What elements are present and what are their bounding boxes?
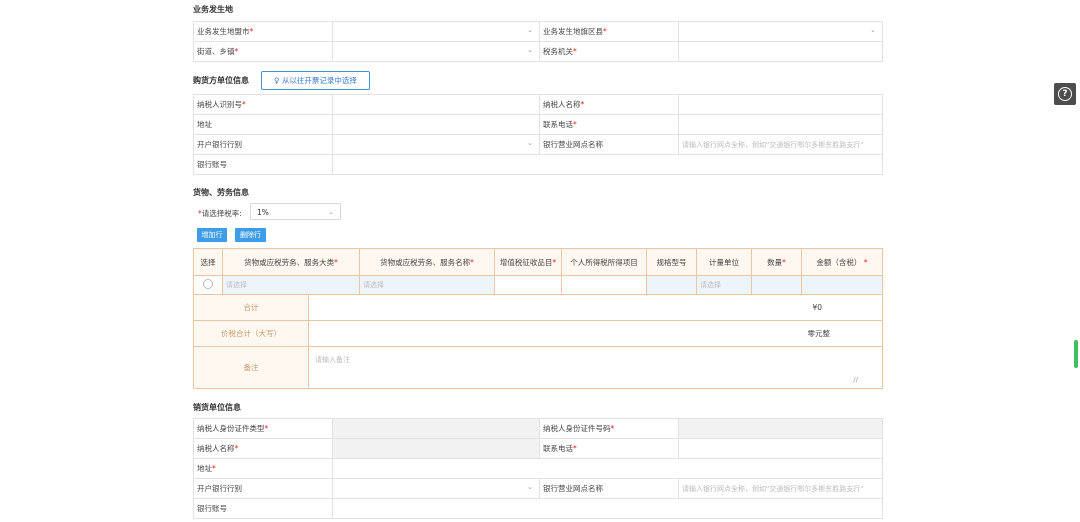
col-name: 货物或应税劳务、服务名称* — [359, 248, 495, 276]
tax-office-field[interactable] — [678, 41, 883, 62]
row-unit-select[interactable]: 请选择 — [696, 275, 752, 295]
row-qty-input[interactable] — [751, 275, 802, 295]
col-spec: 规格型号 — [646, 248, 697, 276]
county-label: 业务发生地旗区县* — [539, 21, 679, 42]
seller-branch-label: 银行营业网点名称 — [539, 478, 679, 499]
buyer-branch-input[interactable]: 请输入银行网点全称，例如"交通银行鄂尔多斯东胜路支行" — [678, 134, 883, 155]
section-title-goods: 货物、劳务信息 — [193, 188, 249, 197]
seller-bank-label: 开户银行行别 — [193, 478, 333, 499]
chevron-down-icon: ⌄ — [527, 139, 533, 147]
seller-branch-input[interactable]: 请输入银行网点全称，例如"交通银行鄂尔多斯东胜路支行" — [678, 478, 883, 499]
row-spec-input[interactable] — [646, 275, 697, 295]
section-title-seller: 销货单位信息 — [193, 403, 241, 412]
section-title-buyer: 购货方单位信息 — [193, 76, 249, 85]
seller-address-input[interactable] — [332, 458, 883, 479]
row-select-radio[interactable] — [193, 275, 223, 295]
city-select[interactable]: ⌄ — [332, 21, 540, 42]
row-pit-item[interactable] — [561, 275, 647, 295]
row-category-select[interactable]: 请选择 — [222, 275, 360, 295]
buyer-bank-select[interactable]: ⌄ — [332, 134, 540, 155]
buyer-bank-label: 开户银行行别 — [193, 134, 333, 155]
total-upper-label: 价税合计（大写） — [193, 320, 309, 347]
location-table: 业务发生地盟市* ⌄ 业务发生地旗区县* ⌄ 街道、乡镇* ⌄ 税务机关* — [193, 21, 883, 62]
buyer-taxpayer-name-input[interactable] — [678, 94, 883, 115]
seller-id-type-field — [332, 418, 540, 439]
tax-rate-label: *请选择税率: — [198, 209, 242, 218]
buyer-taxpayer-id-input[interactable] — [332, 94, 540, 115]
total-label: 合计 — [193, 294, 309, 321]
buyer-taxpayer-id-label: 纳税人识别号* — [193, 94, 333, 115]
seller-id-type-label: 纳税人身份证件类型* — [193, 418, 333, 439]
goods-table: 选择 货物或应税劳务、服务大类* 货物或应税劳务、服务名称* 增值税征收品目* … — [193, 248, 883, 295]
seller-name-field — [332, 438, 540, 459]
buyer-address-label: 地址 — [193, 114, 333, 135]
section-title-location: 业务发生地 — [193, 5, 233, 14]
row-amount-input[interactable] — [801, 275, 883, 295]
seller-phone-label: 联系电话* — [539, 438, 679, 459]
seller-id-number-field — [678, 418, 883, 439]
resize-handle-icon[interactable]: ∕∕ — [853, 376, 858, 384]
street-label: 街道、乡镇* — [193, 41, 333, 62]
remark-textarea[interactable]: 请输入备注 ∕∕ — [308, 346, 883, 389]
delete-row-button[interactable]: 删除行 — [235, 228, 266, 242]
chevron-down-icon: ⌄ — [527, 483, 533, 491]
buyer-phone-label: 联系电话* — [539, 114, 679, 135]
buyer-branch-label: 银行营业网点名称 — [539, 134, 679, 155]
col-amount: 金额（含税） * — [801, 248, 883, 276]
buyer-phone-input[interactable] — [678, 114, 883, 135]
chevron-down-icon: ⌄ — [527, 46, 533, 54]
col-pit-item: 个人所得税所得项目 — [561, 248, 647, 276]
invoice-form-page: 业务发生地 业务发生地盟市* ⌄ 业务发生地旗区县* ⌄ 街道、乡镇* ⌄ 税务… — [0, 0, 1080, 522]
county-select[interactable]: ⌄ — [678, 21, 883, 42]
pick-from-history-button[interactable]: ♀ 从以往开票记录中选择 — [261, 71, 370, 90]
seller-bank-select[interactable]: ⌄ — [332, 478, 540, 499]
city-label: 业务发生地盟市* — [193, 21, 333, 42]
tax-office-label: 税务机关* — [539, 41, 679, 62]
buyer-table: 纳税人识别号* 纳税人名称* 地址 联系电话* 开户银行行别 ⌄ 银行营业网点名… — [193, 94, 883, 175]
street-select[interactable]: ⌄ — [332, 41, 540, 62]
help-button[interactable]: ? — [1054, 83, 1076, 105]
buyer-account-input[interactable] — [332, 154, 883, 175]
chevron-down-icon: ⌄ — [870, 26, 876, 34]
add-row-button[interactable]: 增加行 — [197, 228, 227, 242]
scrollbar-thumb[interactable] — [1074, 340, 1078, 368]
seller-id-number-label: 纳税人身份证件号码* — [539, 418, 679, 439]
col-qty: 数量* — [751, 248, 802, 276]
table-row: 请选择 请选择 请选择 — [193, 275, 883, 295]
col-select: 选择 — [193, 248, 223, 276]
remark-label: 备注 — [193, 346, 309, 389]
col-vat-item: 增值税征收品目* — [494, 248, 562, 276]
seller-phone-input[interactable] — [678, 438, 883, 459]
row-name-select[interactable]: 请选择 — [359, 275, 495, 295]
seller-account-label: 银行账号 — [193, 498, 333, 519]
tax-rate-select[interactable]: 1% ⌄ — [250, 203, 341, 220]
row-vat-item[interactable] — [494, 275, 562, 295]
chevron-down-icon: ⌄ — [527, 26, 533, 34]
buyer-address-input[interactable] — [332, 114, 540, 135]
seller-table: 纳税人身份证件类型* 纳税人身份证件号码* 纳税人名称* 联系电话* 地址* 开… — [193, 418, 883, 519]
seller-name-label: 纳税人名称* — [193, 438, 333, 459]
buyer-taxpayer-name-label: 纳税人名称* — [539, 94, 679, 115]
col-category: 货物或应税劳务、服务大类* — [222, 248, 360, 276]
summary-table: 合计 ¥0 价税合计（大写） 零元整 备注 请输入备注 ∕∕ — [193, 294, 883, 389]
seller-account-input[interactable] — [332, 498, 883, 519]
seller-address-label: 地址* — [193, 458, 333, 479]
buyer-account-label: 银行账号 — [193, 154, 333, 175]
user-icon: ♀ — [274, 76, 280, 85]
question-circle-icon: ? — [1058, 87, 1072, 101]
col-unit: 计量单位 — [696, 248, 752, 276]
total-value: ¥0 — [308, 294, 883, 321]
total-upper-value: 零元整 — [308, 320, 883, 347]
chevron-down-icon: ⌄ — [328, 208, 334, 216]
